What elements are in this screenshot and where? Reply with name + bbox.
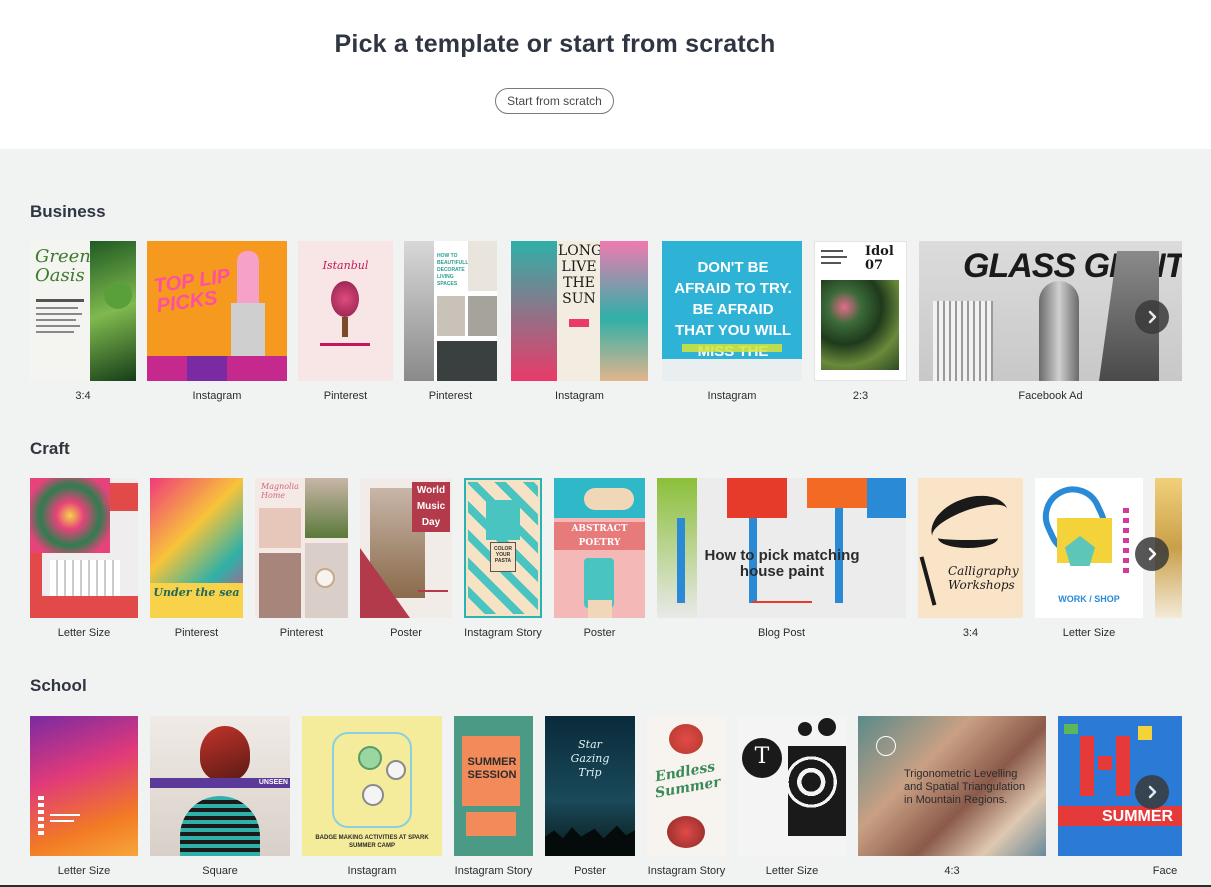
chevron-right-icon bbox=[1148, 310, 1157, 324]
thumbnail-text: Calligraphy Workshops bbox=[948, 564, 1019, 592]
thumbnail-text: ABSTRACT POETRY bbox=[554, 522, 645, 550]
template-format-label: Blog Post bbox=[757, 627, 806, 639]
template-thumbnail: Under the sea bbox=[150, 478, 243, 618]
thumbnail-text: T bbox=[754, 744, 770, 769]
template-thumbnail: WORK / SHOP bbox=[1035, 478, 1143, 618]
carousel-next-button[interactable] bbox=[1135, 775, 1169, 809]
section-title-craft: Craft bbox=[30, 439, 70, 458]
carousel-next-button[interactable] bbox=[1135, 537, 1169, 571]
chevron-right-icon bbox=[1148, 785, 1157, 799]
thumbnail-text: Trigonometric Levelling and Spatial Tria… bbox=[904, 768, 1026, 806]
template-card[interactable]: Star Gazing Trip Poster bbox=[545, 716, 635, 881]
thumbnail-text: LONG LIVE THE SUN bbox=[558, 243, 603, 307]
template-thumbnail: HOW TO BEAUTIFULLY DECORATE LIVING SPACE… bbox=[404, 241, 497, 381]
chevron-right-icon bbox=[1148, 547, 1157, 561]
template-card[interactable]: Istanbul Pinterest bbox=[298, 241, 393, 406]
template-thumbnail: ABSTRACT POETRY bbox=[554, 478, 645, 618]
template-card[interactable]: TOP LIP PICKS Instagram bbox=[147, 241, 287, 406]
thumbnail-text: SUMMER SESSION bbox=[467, 756, 517, 781]
template-thumbnail: DON'T BE AFRAID TO TRY. BE AFRAID THAT Y… bbox=[662, 241, 802, 381]
page-header: Pick a template or start from scratch St… bbox=[0, 0, 1211, 149]
start-from-scratch-button[interactable]: Start from scratch bbox=[495, 88, 614, 114]
template-card[interactable]: DON'T BE AFRAID TO TRY. BE AFRAID THAT Y… bbox=[662, 241, 802, 406]
thumbnail-text: World Music Day bbox=[416, 485, 446, 528]
thumbnail-text: Under the sea bbox=[153, 586, 240, 599]
template-thumbnail: UNSEEN bbox=[150, 716, 290, 856]
thumbnail-text: HOW TO BEAUTIFULLY DECORATE LIVING SPACE… bbox=[437, 253, 472, 287]
template-card[interactable]: T Letter Size bbox=[738, 716, 846, 881]
thumbnail-text: WORK / SHOP bbox=[1058, 594, 1120, 604]
template-thumbnail: T bbox=[738, 716, 846, 856]
section-title-business: Business bbox=[30, 202, 106, 221]
template-format-label: Letter Size bbox=[1062, 627, 1116, 639]
template-thumbnail: COLOR YOUR PASTA bbox=[464, 478, 542, 618]
template-card[interactable]: Letter Size bbox=[30, 716, 138, 881]
template-format-label: 4:3 bbox=[944, 865, 960, 877]
thumbnail-text: How to pick matching house paint bbox=[704, 547, 860, 580]
thumbnail-text: UNSEEN bbox=[258, 779, 288, 786]
template-thumbnail: Idol 07 bbox=[814, 241, 907, 381]
template-card[interactable]: Trigonometric Levelling and Spatial Tria… bbox=[858, 716, 1046, 881]
template-card[interactable]: LONG LIVE THE SUN Instagram bbox=[511, 241, 648, 406]
template-card[interactable]: Calligraphy Workshops 3:4 bbox=[918, 478, 1023, 643]
thumbnail-text: Art Catalog bbox=[102, 486, 138, 508]
template-thumbnail: TOP LIP PICKS bbox=[147, 241, 287, 381]
thumbnail-text: Istanbul bbox=[322, 259, 369, 272]
template-card[interactable]: Art Catalog Letter Size bbox=[30, 478, 138, 643]
template-gallery: Business Green Oasis 3:4 TOP LIP PICKS I… bbox=[0, 149, 1211, 885]
template-thumbnail: Istanbul bbox=[298, 241, 393, 381]
template-card[interactable]: HOW TO BEAUTIFULLY DECORATE LIVING SPACE… bbox=[404, 241, 497, 406]
thumbnail-text: Magnolia Home bbox=[261, 482, 299, 500]
template-card[interactable]: COLOR YOUR PASTA Instagram Story bbox=[464, 478, 542, 643]
template-thumbnail: BADGE MAKING ACTIVITIES AT SPARK SUMMER … bbox=[302, 716, 442, 856]
template-thumbnail: How to pick matching house paint bbox=[657, 478, 906, 618]
template-thumbnail: Art Catalog bbox=[30, 478, 138, 618]
template-thumbnail: Star Gazing Trip bbox=[545, 716, 635, 856]
template-thumbnail: SUMMER SESSION bbox=[454, 716, 533, 856]
template-thumbnail: Green Oasis bbox=[30, 241, 136, 381]
template-thumbnail: World Music Day bbox=[360, 478, 452, 618]
template-card[interactable]: Under the sea Pinterest bbox=[150, 478, 243, 643]
template-card[interactable]: ABSTRACT POETRY Poster bbox=[554, 478, 645, 643]
template-card[interactable]: Endless Summer Instagram Story bbox=[647, 716, 726, 881]
template-thumbnail: Endless Summer bbox=[647, 716, 726, 856]
template-card[interactable]: Magnolia Home Pinterest bbox=[255, 478, 348, 643]
thumbnail-text: SUMMER bbox=[1102, 808, 1174, 825]
template-card[interactable]: UNSEEN Square bbox=[150, 716, 290, 881]
thumbnail-text: COLOR YOUR PASTA bbox=[493, 546, 513, 564]
thumbnail-text: Endless Summer bbox=[653, 758, 722, 802]
thumbnail-text: Green Oasis bbox=[35, 246, 91, 286]
template-thumbnail: Magnolia Home bbox=[255, 478, 348, 618]
thumbnail-text: Idol 07 bbox=[865, 244, 894, 273]
template-thumbnail: Calligraphy Workshops bbox=[918, 478, 1023, 618]
page-title: Pick a template or start from scratch bbox=[334, 30, 776, 58]
template-thumbnail: LONG LIVE THE SUN bbox=[511, 241, 648, 381]
template-format-label: Facebook Ad bbox=[1018, 390, 1083, 402]
section-title-school: School bbox=[30, 676, 87, 695]
template-card[interactable]: Green Oasis 3:4 bbox=[30, 241, 136, 406]
template-card[interactable]: SUMMER SESSION Instagram Story bbox=[454, 716, 533, 881]
thumbnail-text: TOP LIP PICKS bbox=[152, 265, 231, 318]
template-card[interactable]: How to pick matching house paint Blog Po… bbox=[657, 478, 906, 643]
template-card[interactable]: Idol 07 2:3 bbox=[814, 241, 907, 406]
template-thumbnail bbox=[30, 716, 138, 856]
thumbnail-text: Star Gazing Trip bbox=[570, 738, 610, 779]
template-card[interactable]: BADGE MAKING ACTIVITIES AT SPARK SUMMER … bbox=[302, 716, 442, 881]
template-thumbnail: Trigonometric Levelling and Spatial Tria… bbox=[858, 716, 1046, 856]
thumbnail-text: BADGE MAKING ACTIVITIES AT SPARK SUMMER … bbox=[315, 835, 429, 849]
template-card[interactable]: WORK / SHOP Letter Size bbox=[1035, 478, 1143, 643]
template-format-label: Face bbox=[1152, 865, 1178, 877]
template-card[interactable]: World Music Day Poster bbox=[360, 478, 452, 643]
carousel-next-button[interactable] bbox=[1135, 300, 1169, 334]
